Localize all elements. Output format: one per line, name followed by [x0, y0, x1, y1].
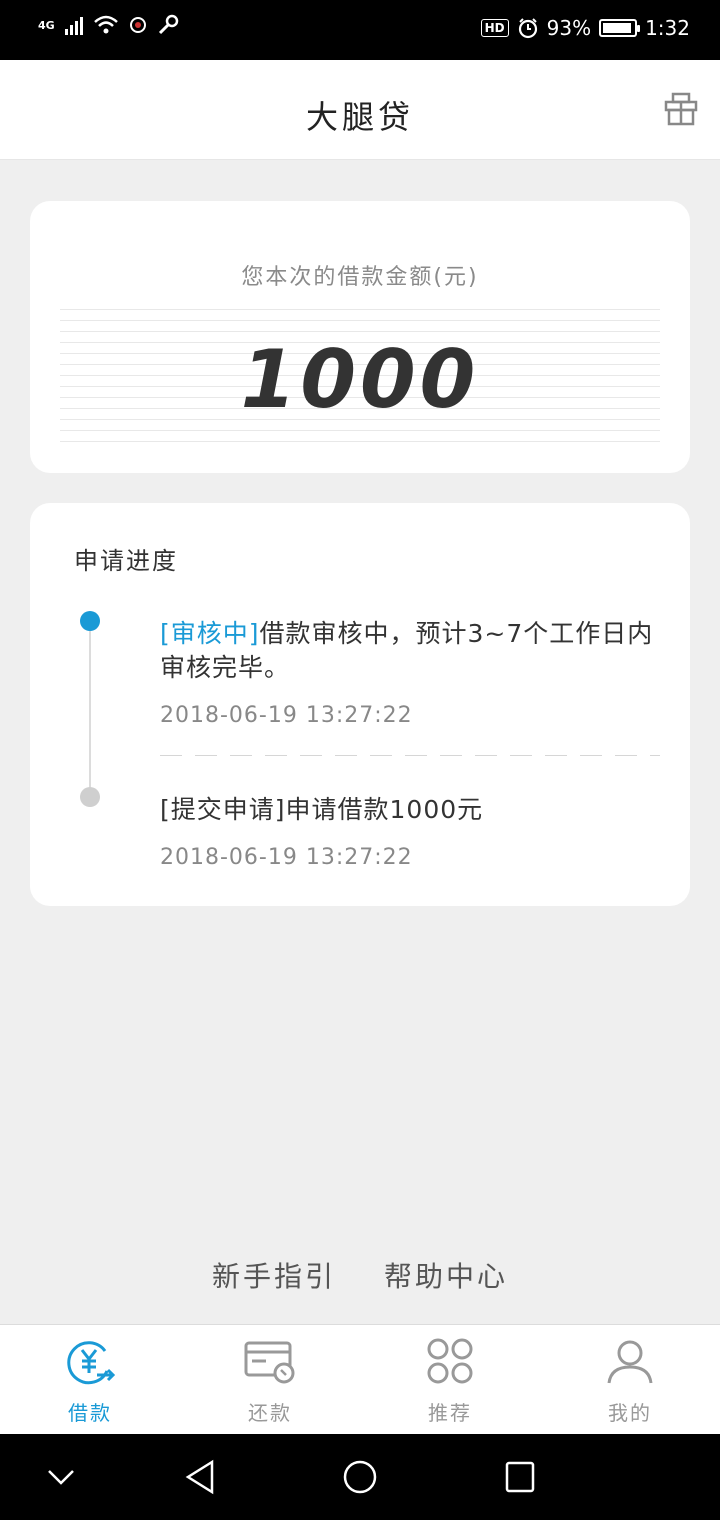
alarm-icon: [518, 18, 537, 39]
tab-label-recommend: 推荐: [428, 1401, 472, 1425]
tab-repay[interactable]: 还款: [180, 1325, 360, 1434]
gift-icon[interactable]: [664, 92, 698, 126]
timeline-dot-inactive: [80, 787, 100, 807]
amount-card: 您本次的借款金额(元) 1000: [30, 201, 690, 473]
key-icon: [158, 14, 178, 35]
entry-status-review: [审核中]: [160, 619, 260, 648]
entry-message-submit: 申请借款1000元: [285, 795, 484, 824]
network-type-label: 4G: [38, 18, 55, 32]
bottom-tab-bar: 借款 还款 推荐 我的: [0, 1324, 720, 1434]
timeline-line: [89, 623, 91, 798]
timeline-dot-active: [80, 611, 100, 631]
loan-yen-icon: [67, 1341, 115, 1385]
status-right-group: HD 93% 1:32: [480, 16, 690, 40]
chevron-down-icon[interactable]: [46, 1459, 76, 1495]
recommend-grid-icon: [427, 1338, 473, 1384]
footer-links: 新手指引 帮助中心: [0, 1255, 720, 1295]
tab-label-profile: 我的: [608, 1401, 652, 1425]
page-title: 大腿贷: [305, 98, 414, 136]
tab-label-repay: 还款: [248, 1401, 292, 1425]
hd-badge: HD: [480, 19, 509, 37]
tab-loan[interactable]: 借款: [0, 1325, 180, 1434]
signal-icon: [64, 15, 83, 35]
help-center-link[interactable]: 帮助中心: [384, 1260, 508, 1293]
wifi-icon: [93, 15, 118, 34]
repay-card-icon: [244, 1341, 295, 1384]
battery-fill: [603, 23, 631, 33]
app-header: 大腿贷: [0, 60, 720, 160]
amount-label: 您本次的借款金额(元): [241, 265, 479, 290]
back-triangle-icon[interactable]: [184, 1459, 216, 1495]
tab-label-loan: 借款: [68, 1401, 112, 1425]
system-nav-bar: [0, 1434, 720, 1520]
clock-time: 1:32: [645, 16, 690, 40]
profile-person-icon: [607, 1340, 653, 1384]
entry-time-submit: 2018-06-19 13:27:22: [160, 845, 413, 870]
status-left-group: 4G: [38, 14, 179, 36]
tab-recommend[interactable]: 推荐: [360, 1325, 540, 1434]
entry-time-review: 2018-06-19 13:27:22: [160, 703, 413, 728]
entry-divider: [160, 755, 660, 756]
status-bar: 4G HD 93% 1:32: [0, 0, 720, 60]
progress-entry-review: [审核中]借款审核中，预计3~7个工作日内审核完毕。: [160, 617, 660, 685]
progress-entry-submit: [提交申请]申请借款1000元: [160, 793, 660, 827]
entry-status-submit: [提交申请]: [160, 795, 286, 824]
tab-profile[interactable]: 我的: [540, 1325, 720, 1434]
progress-title: 申请进度: [74, 547, 178, 575]
progress-card: 申请进度 [审核中]借款审核中，预计3~7个工作日内审核完毕。 2018-06-…: [30, 503, 690, 906]
home-circle-icon[interactable]: [342, 1459, 378, 1495]
recents-square-icon[interactable]: [504, 1459, 536, 1495]
amount-value: 1000: [240, 333, 480, 426]
battery-percent: 93%: [546, 16, 592, 40]
battery-icon: [599, 19, 641, 37]
app-notification-icon: [129, 17, 146, 33]
guide-link[interactable]: 新手指引: [212, 1260, 336, 1293]
